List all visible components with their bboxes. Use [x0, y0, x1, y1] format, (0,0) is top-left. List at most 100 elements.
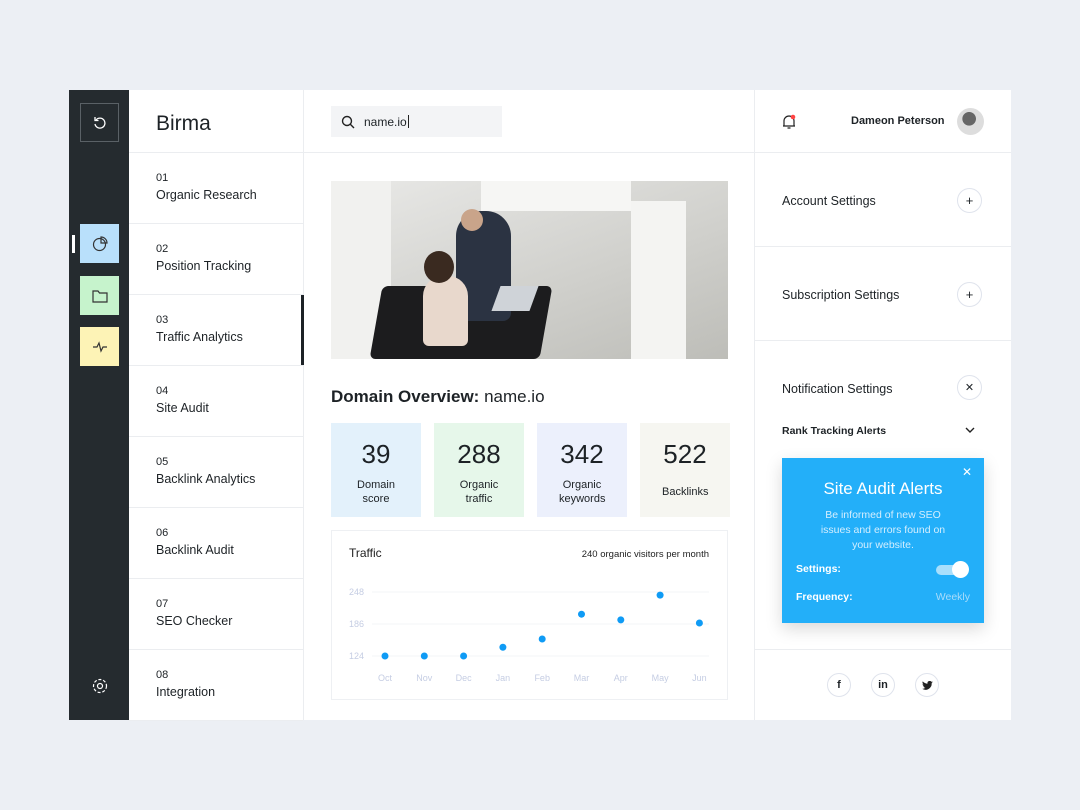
activity-button[interactable]	[80, 327, 119, 366]
search-icon	[341, 115, 355, 128]
stat-card: 39 Domain score	[331, 423, 421, 517]
nav-item-number: 04	[156, 385, 169, 397]
analytics-button[interactable]	[80, 224, 119, 263]
y-tick-label: 124	[349, 651, 364, 661]
data-point-nov	[420, 652, 428, 660]
search-input[interactable]: name.io	[331, 106, 502, 137]
y-tick-label: 248	[349, 587, 364, 597]
section-nav: Birma 01 Organic Research 02 Position Track…	[129, 90, 304, 721]
refresh-button[interactable]	[80, 103, 119, 142]
twitter-icon	[921, 680, 933, 690]
stat-value: 522	[663, 439, 707, 469]
stat-label: Organic keywords	[559, 479, 606, 505]
top-bar: name.io	[304, 90, 754, 153]
stat-value: 342	[560, 439, 604, 469]
nav-item-number: 05	[156, 456, 169, 468]
nav-item-integration[interactable]: 08 Integration	[129, 650, 303, 721]
bell-icon	[783, 114, 796, 129]
stat-value: 39	[361, 439, 391, 469]
nav-item-site-audit[interactable]: 04 Site Audit	[129, 366, 303, 437]
nav-item-number: 08	[156, 669, 169, 681]
close-icon[interactable]: ✕	[962, 465, 972, 479]
plus-icon[interactable]: +	[957, 282, 982, 307]
nav-item-label: Organic Research	[156, 188, 257, 202]
nav-item-backlink-audit[interactable]: 06 Backlink Audit	[129, 508, 303, 579]
activity-icon	[92, 340, 107, 353]
gear-icon	[92, 678, 107, 693]
x-tick-label: Mar	[574, 673, 590, 683]
close-icon[interactable]: ✕	[957, 375, 982, 400]
x-tick-label: Oct	[378, 673, 393, 683]
frequency-select[interactable]: Weekly	[936, 591, 970, 603]
search-value: name.io	[364, 114, 407, 129]
nav-item-seo-checker[interactable]: 07 SEO Checker	[129, 579, 303, 650]
nav-item-number: 07	[156, 598, 169, 610]
chevron-down-icon[interactable]	[965, 427, 975, 434]
stat-label: Domain score	[357, 479, 395, 505]
x-tick-label: May	[652, 673, 670, 683]
data-point-jun	[695, 619, 703, 627]
notification-settings-section: Notification Settings ✕ Rank Tracking Al…	[755, 341, 1011, 650]
nav-item-label: Site Audit	[156, 401, 209, 415]
data-point-oct	[381, 652, 389, 660]
refresh-icon	[93, 116, 106, 129]
plus-icon[interactable]: +	[957, 188, 982, 213]
rank-tracking-alerts[interactable]: Rank Tracking Alerts	[782, 425, 886, 437]
user-name[interactable]: Dameon Peterson	[851, 115, 945, 127]
stat-label: Backlinks	[662, 486, 709, 498]
x-tick-label: Feb	[534, 673, 550, 683]
data-point-may	[656, 591, 664, 599]
chart-subtitle: 240 organic visitors per month	[582, 549, 709, 560]
nav-item-number: 02	[156, 243, 169, 255]
hero-photo	[331, 181, 728, 359]
data-point-jan	[499, 643, 507, 651]
stat-label: Organic traffic	[459, 479, 499, 505]
domain-name: name.io	[484, 387, 545, 406]
y-tick-label: 186	[349, 619, 364, 629]
active-indicator	[72, 235, 75, 253]
linkedin-link[interactable]: in	[871, 673, 895, 697]
x-tick-label: Dec	[456, 673, 473, 683]
nav-item-backlink-analytics[interactable]: 05 Backlink Analytics	[129, 437, 303, 508]
nav-item-label: Traffic Analytics	[156, 330, 243, 344]
stat-card: 342 Organic keywords	[537, 423, 627, 517]
subscription-settings-section[interactable]: Subscription Settings +	[755, 247, 1011, 341]
x-tick-label: Nov	[416, 673, 433, 683]
app-window: Birma 01 Organic Research 02 Position Track…	[69, 90, 1011, 721]
data-point-mar	[578, 610, 585, 618]
notifications-button[interactable]	[781, 114, 797, 135]
user-bar: Dameon Peterson	[755, 90, 1011, 153]
data-point-feb	[538, 635, 546, 643]
x-tick-label: Jun	[692, 673, 707, 683]
x-tick-label: Jan	[496, 673, 511, 683]
x-tick-label: Apr	[614, 673, 628, 683]
traffic-chart: Traffic 240 organic visitors per month 124…	[331, 530, 728, 700]
account-settings-section[interactable]: Account Settings +	[755, 153, 1011, 247]
settings-button[interactable]	[80, 666, 119, 705]
domain-overview-title: Domain Overview: name.io	[331, 387, 545, 406]
settings-toggle[interactable]	[936, 561, 969, 578]
twitter-link[interactable]	[915, 673, 939, 697]
site-audit-alert-card: ✕ Site Audit Alerts Be informed of new S…	[782, 458, 984, 623]
nav-item-label: SEO Checker	[156, 614, 233, 628]
nav-item-position-tracking[interactable]: 02 Position Tracking	[129, 224, 303, 295]
pie-chart-icon	[92, 235, 108, 251]
nav-item-label: Integration	[156, 685, 216, 699]
avatar[interactable]	[957, 108, 984, 135]
stat-card: 522 Backlinks	[640, 423, 730, 517]
facebook-link[interactable]: f	[827, 673, 851, 697]
stat-card: 288 Organic traffic	[434, 423, 524, 517]
nav-item-number: 06	[156, 527, 169, 539]
nav-item-label: Backlink Analytics	[156, 472, 256, 486]
icon-rail	[69, 90, 129, 720]
nav-item-organic-research[interactable]: 01 Organic Research	[129, 153, 303, 224]
main-content: name.io Domain Overview: name.io 39 Domai…	[304, 90, 755, 720]
settings-panel: Dameon Peterson Account Settings + Subsc…	[755, 90, 1011, 720]
nav-item-label: Position Tracking	[156, 259, 252, 273]
nav-item-number: 01	[156, 172, 169, 184]
nav-item-traffic-analytics[interactable]: 03 Traffic Analytics	[129, 295, 304, 366]
data-point-apr	[617, 616, 625, 624]
stat-value: 288	[457, 439, 501, 469]
brand-logo: Birma	[129, 90, 303, 153]
folder-button[interactable]	[80, 276, 119, 315]
